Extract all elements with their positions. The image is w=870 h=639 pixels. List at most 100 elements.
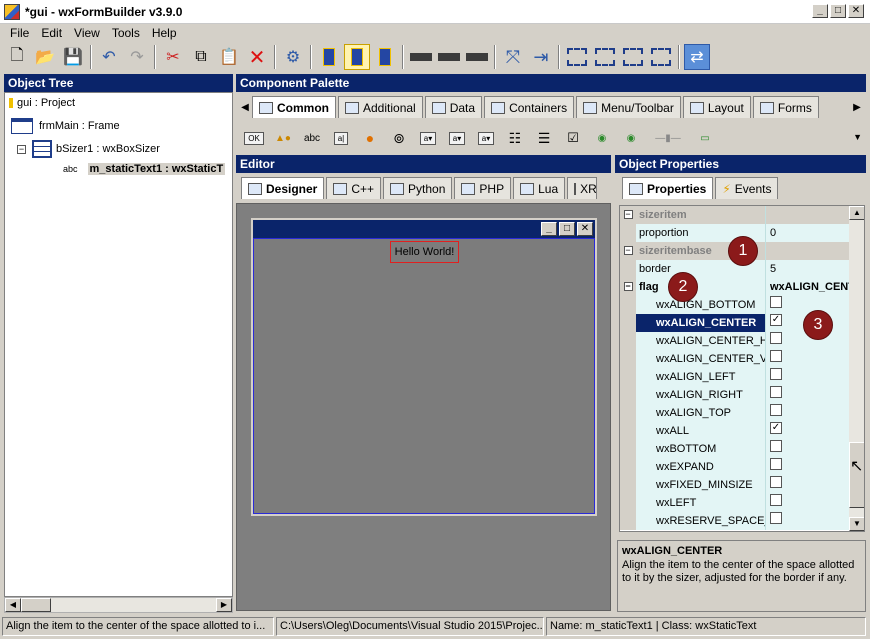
- palette-button[interactable]: OK: [242, 129, 266, 147]
- scroll-thumb[interactable]: [21, 598, 51, 612]
- tab-data[interactable]: Data: [424, 96, 483, 118]
- frame-close-button[interactable]: ✕: [577, 222, 593, 236]
- properties-vertical-scrollbar[interactable]: ▲ ▼: [849, 206, 864, 531]
- copy-button[interactable]: ⧉: [188, 44, 214, 70]
- align-bottom-button[interactable]: [464, 44, 490, 70]
- scroll-right-button[interactable]: ▶: [216, 598, 232, 612]
- palette-combo-box[interactable]: ⊚: [387, 129, 411, 147]
- stretch-button[interactable]: ⇥: [528, 44, 554, 70]
- palette-text-ctrl[interactable]: a|: [329, 129, 353, 147]
- flag-checkbox[interactable]: [770, 511, 782, 524]
- menu-edit[interactable]: Edit: [35, 24, 68, 42]
- flag-checkbox[interactable]: [770, 439, 782, 452]
- palette-static-line[interactable]: ◉: [619, 129, 643, 147]
- flag-checkbox[interactable]: [770, 403, 782, 416]
- tab-designer[interactable]: Designer: [241, 177, 325, 199]
- flag-row[interactable]: wxALIGN_TOP: [620, 403, 849, 422]
- align-center-v-button[interactable]: [436, 44, 462, 70]
- scroll-down-button[interactable]: ▼: [849, 517, 864, 531]
- flag-row[interactable]: wxRESERVE_SPACE_E: [620, 511, 849, 530]
- tab-containers[interactable]: Containers: [484, 96, 575, 118]
- tab-php[interactable]: PHP: [454, 177, 512, 199]
- menu-tools[interactable]: Tools: [106, 24, 146, 42]
- border-top-button[interactable]: [648, 44, 674, 70]
- menu-file[interactable]: File: [4, 24, 35, 42]
- flag-row[interactable]: wxALIGN_CENTER_VE: [620, 349, 849, 368]
- flag-row[interactable]: wxALIGN_LEFT: [620, 367, 849, 386]
- frame-maximize-button[interactable]: □: [559, 222, 575, 236]
- flag-checkbox[interactable]: [770, 475, 782, 488]
- menu-help[interactable]: Help: [146, 24, 183, 42]
- tab-python[interactable]: Python: [383, 177, 453, 199]
- delete-button[interactable]: ✕: [244, 44, 270, 70]
- palette-choice[interactable]: a▾: [416, 129, 440, 147]
- frame-minimize-button[interactable]: _: [541, 222, 557, 236]
- border-right-button[interactable]: [620, 44, 646, 70]
- tab-additional[interactable]: Additional: [338, 96, 423, 118]
- category-sizeritem[interactable]: − sizeritem: [620, 206, 849, 224]
- tab-lua[interactable]: Lua: [513, 177, 566, 199]
- static-text-widget[interactable]: Hello World!: [390, 241, 459, 263]
- collapse-icon[interactable]: −: [17, 144, 26, 154]
- designer-canvas[interactable]: _ □ ✕ Hello World!: [236, 203, 611, 611]
- save-project-button[interactable]: 💾: [60, 44, 86, 70]
- frame-preview[interactable]: _ □ ✕ Hello World!: [251, 218, 597, 516]
- flag-checkbox[interactable]: [770, 457, 782, 470]
- border-left-button[interactable]: [592, 44, 618, 70]
- collapse-icon[interactable]: −: [623, 282, 633, 291]
- tab-xrc[interactable]: XR: [567, 177, 598, 199]
- border-all-button[interactable]: [564, 44, 590, 70]
- paste-button[interactable]: 📋: [216, 44, 242, 70]
- property-value[interactable]: 5: [766, 259, 849, 278]
- flag-row[interactable]: wxLEFT: [620, 493, 849, 512]
- flag-row[interactable]: wxBOTTOM: [620, 439, 849, 458]
- collapse-icon[interactable]: −: [623, 246, 633, 255]
- generate-code-button[interactable]: ⚙: [280, 44, 306, 70]
- palette-list-box[interactable]: a▾: [445, 129, 469, 147]
- palette-radio-box[interactable]: ☰: [532, 129, 556, 147]
- palette-grid[interactable]: ☷: [503, 129, 527, 147]
- tab-events[interactable]: ⚡ Events: [715, 177, 779, 199]
- flag-row[interactable]: wxALIGN_RIGHT: [620, 385, 849, 404]
- tree-node-sizer[interactable]: − bSizer1 : wxBoxSizer: [17, 140, 160, 158]
- align-center-h-button[interactable]: [344, 44, 370, 70]
- menu-view[interactable]: View: [68, 24, 106, 42]
- tree-node-frame[interactable]: frmMain : Frame: [11, 118, 120, 134]
- open-project-button[interactable]: 📂: [32, 44, 58, 70]
- palette-static-bitmap[interactable]: ●: [358, 129, 382, 147]
- undo-button[interactable]: ↶: [96, 44, 122, 70]
- tab-layout[interactable]: Layout: [682, 96, 751, 118]
- flag-checkbox[interactable]: [770, 349, 782, 362]
- flag-checkbox[interactable]: [770, 367, 782, 380]
- align-left-button[interactable]: [316, 44, 342, 70]
- align-top-button[interactable]: [408, 44, 434, 70]
- palette-slider[interactable]: —▮—: [648, 129, 688, 147]
- tab-common[interactable]: Common: [252, 96, 336, 118]
- tab-properties[interactable]: Properties: [622, 177, 714, 199]
- property-value[interactable]: wxALIGN_CENTER: [766, 277, 849, 296]
- palette-scroll-right[interactable]: ▶: [848, 96, 866, 118]
- minimize-button[interactable]: _: [812, 4, 828, 18]
- flag-row[interactable]: wxEXPAND: [620, 457, 849, 476]
- flag-checkbox[interactable]: [770, 331, 782, 344]
- tree-horizontal-scrollbar[interactable]: ◀ ▶: [4, 597, 233, 613]
- cut-button[interactable]: ✂: [160, 44, 186, 70]
- tree-node-project[interactable]: gui : Project: [9, 97, 75, 109]
- property-flag[interactable]: − flag wxALIGN_CENTER: [620, 277, 849, 296]
- scroll-left-button[interactable]: ◀: [5, 598, 21, 612]
- swap-button[interactable]: ⇄: [684, 44, 710, 70]
- flag-checkbox[interactable]: [770, 295, 782, 308]
- palette-list-ctrl[interactable]: a▾: [474, 129, 498, 147]
- tab-cpp[interactable]: C++: [326, 177, 382, 199]
- collapse-icon[interactable]: −: [623, 210, 633, 219]
- maximize-button[interactable]: □: [830, 4, 846, 18]
- palette-static-text[interactable]: abc: [300, 129, 324, 147]
- flag-row[interactable]: wxALL ✓: [620, 421, 849, 440]
- expand-button[interactable]: ⤧: [500, 44, 526, 70]
- flag-checkbox[interactable]: [770, 385, 782, 398]
- property-value[interactable]: 0: [766, 223, 849, 242]
- tab-menu-toolbar[interactable]: Menu/Toolbar: [576, 96, 681, 118]
- flag-checkbox[interactable]: [770, 493, 782, 506]
- scroll-up-button[interactable]: ▲: [849, 206, 864, 220]
- palette-gauge[interactable]: ▭: [693, 129, 717, 147]
